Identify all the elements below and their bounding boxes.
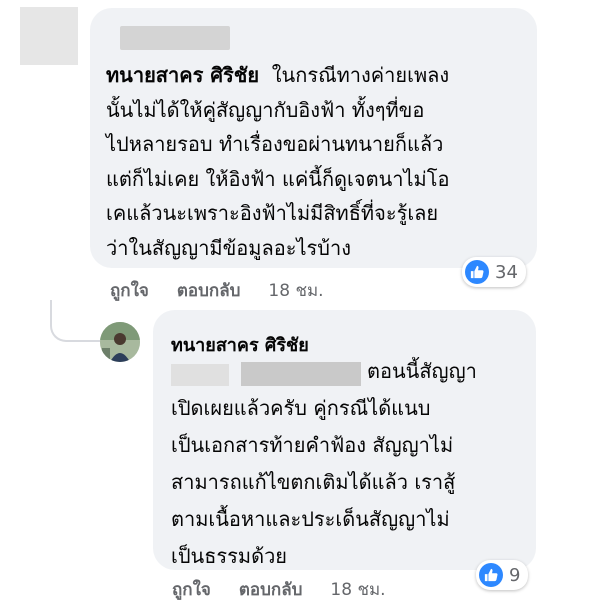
reaction-badge[interactable]: 9 bbox=[476, 560, 529, 590]
timestamp[interactable]: 18 ชม. bbox=[268, 277, 323, 304]
reaction-count: 34 bbox=[495, 261, 518, 283]
comment-text: ทนายสาคร ศิริชัย ในกรณีทางค่ายเพลง นั้นไ… bbox=[106, 58, 531, 265]
reply-action[interactable]: ตอบกลับ bbox=[239, 576, 303, 603]
reply-actions: ถูกใจ ตอบกลับ 18 ชม. bbox=[172, 576, 414, 603]
comment-line: ตามเนื้อหาและประเด็นสัญญาไม่ bbox=[171, 507, 450, 531]
redacted-name bbox=[120, 26, 230, 50]
reply-action[interactable]: ตอบกลับ bbox=[177, 277, 241, 304]
comment-author[interactable]: ทนายสาคร ศิริชัย bbox=[106, 63, 259, 87]
comment-actions: ถูกใจ ตอบกลับ 18 ชม. bbox=[110, 277, 352, 304]
comment-line: ไปหลายรอบ ทำเรื่องขอผ่านทนายก็แล้ว bbox=[106, 132, 444, 156]
timestamp[interactable]: 18 ชม. bbox=[330, 576, 385, 603]
avatar[interactable] bbox=[100, 322, 140, 362]
comment-bubble: ทนายสาคร ศิริชัย ในกรณีทางค่ายเพลง นั้นไ… bbox=[90, 8, 537, 268]
comment-line: เปิดเผยแล้วครับ คู่กรณีได้แนบ bbox=[171, 396, 431, 420]
comment-line: เคแล้วนะเพราะอิงฟ้าไม่มีสิทธิ์ที่จะรู้เล… bbox=[106, 201, 439, 225]
comment-line: เป็นเอกสารท้ายคำฟ้อง สัญญาไม่ bbox=[171, 433, 454, 457]
avatar-redacted[interactable] bbox=[20, 7, 78, 65]
comment-line: ว่าในสัญญามีข้อมูลอะไรบ้าง bbox=[106, 235, 351, 260]
like-action[interactable]: ถูกใจ bbox=[110, 277, 149, 304]
comment-line: นั้นไม่ได้ให้คู่สัญญากับอิงฟ้า ทั้งๆที่ข… bbox=[106, 97, 425, 122]
reply-text: ตอนนี้สัญญา เปิดเผยแล้วครับ คู่กรณีได้แน… bbox=[171, 353, 531, 575]
like-icon bbox=[479, 563, 503, 587]
comment-line: ในกรณีทางค่ายเพลง bbox=[271, 63, 450, 87]
comment-line: สามารถแก้ไขตกเติมได้แล้ว เราสู้ bbox=[171, 470, 456, 494]
thread-connector bbox=[50, 300, 100, 342]
comment-line: แต่ก็ไม่เคย ให้อิงฟ้า แค่นี้ก็ดูเจตนาไม่… bbox=[106, 166, 450, 191]
reaction-badge[interactable]: 34 bbox=[462, 257, 526, 287]
comment-line: ตอนนี้สัญญา bbox=[367, 359, 477, 383]
comment-line: เป็นธรรมด้วย bbox=[171, 544, 288, 568]
reply-bubble: ทนายสาคร ศิริชัย ตอนนี้สัญญา เปิดเผยแล้ว… bbox=[153, 310, 536, 570]
like-action[interactable]: ถูกใจ bbox=[172, 576, 211, 603]
reaction-count: 9 bbox=[509, 564, 521, 586]
like-icon bbox=[465, 260, 489, 284]
